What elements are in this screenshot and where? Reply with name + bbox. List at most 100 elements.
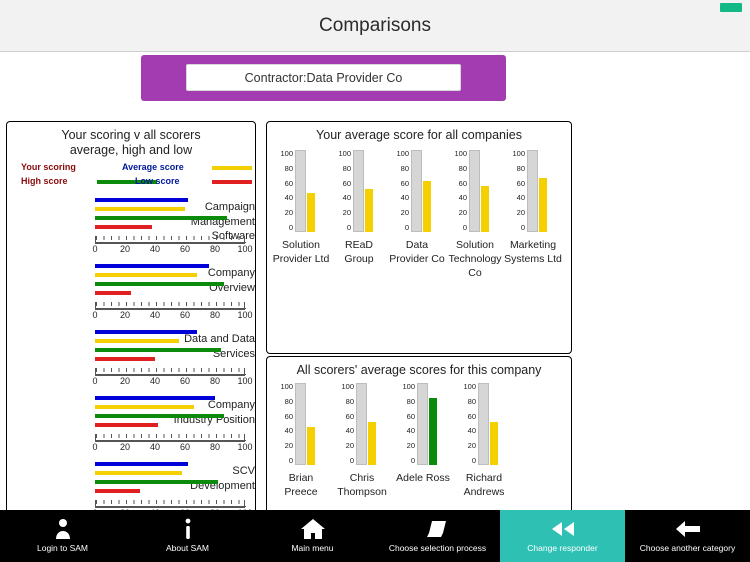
chart-bar-holder	[393, 150, 441, 232]
toolbar-item-change-responder[interactable]: Change responder	[500, 510, 625, 562]
axis-tick: 0	[92, 442, 98, 452]
axis-tick: 60	[179, 310, 190, 320]
toolbar-item-choose-selection-process[interactable]: Choose selection process	[375, 510, 500, 562]
axis-tick: 20	[119, 244, 130, 254]
bar-average	[95, 405, 194, 409]
axis-tick: 0	[92, 310, 98, 320]
bar-your	[95, 198, 188, 202]
chart-category-label: Solution Provider Ltd	[272, 239, 330, 265]
bar-low	[95, 423, 158, 427]
right-bottom-title: All scorers' average scores for this com…	[296, 363, 542, 377]
scoring-row-axis: 0 20 40 60 80 100	[92, 368, 253, 388]
bar-low	[95, 357, 155, 361]
legend-label-your-scoring: Your scoring	[21, 162, 76, 172]
contractor-field[interactable]: Contractor:Data Provider Co	[186, 64, 461, 91]
chart-bar	[481, 186, 489, 232]
chart-bar-holder	[338, 383, 386, 465]
axis-tick: 20	[119, 310, 130, 320]
toolbar-item-label: Choose another category	[639, 543, 736, 553]
axis-tick: 40	[149, 376, 160, 386]
chart-category-label: Richard Andrews	[463, 472, 505, 498]
bar-average	[95, 471, 182, 475]
axis-ruler	[95, 434, 246, 442]
axis-tick: 40	[149, 310, 160, 320]
battery-icon	[720, 3, 742, 12]
chart-bar-holder	[277, 383, 325, 465]
toolbar-item-label: Change responder	[527, 543, 598, 553]
legend-swatch-average	[212, 166, 252, 170]
your-average-panel: Your average score for all companies 100…	[266, 121, 572, 354]
left-panel-title-line2: average, high and low	[69, 143, 193, 157]
info-icon	[125, 516, 250, 542]
axis-ruler	[95, 302, 246, 310]
axis-tick: 40	[149, 244, 160, 254]
axis-tick: 0	[92, 244, 98, 254]
bar-average	[95, 339, 179, 343]
rewind-icon	[500, 516, 625, 542]
axis-tick: 20	[119, 442, 130, 452]
your-scoring-panel: Your scoring v all scorers average, high…	[6, 121, 256, 515]
all-scorers-panel: All scorers' average scores for this com…	[266, 356, 572, 515]
back-arrow-icon	[625, 516, 750, 542]
chart-bar	[539, 177, 547, 232]
chart-bar	[490, 422, 498, 465]
axis-tick: 60	[179, 376, 190, 386]
bar-low	[95, 291, 131, 295]
bar-average	[95, 207, 185, 211]
toolbar-item-login-to-sam[interactable]: Login to SAM	[0, 510, 125, 562]
scoring-row-bars	[95, 330, 245, 366]
axis-tick: 80	[209, 310, 220, 320]
chart-bar	[307, 427, 315, 465]
chart-bar-holder	[277, 150, 325, 232]
bar-your	[95, 396, 215, 400]
axis-tick: 60	[179, 442, 190, 452]
chart-bar	[365, 189, 373, 232]
scoring-row-bars	[95, 396, 245, 432]
chart-bar-holder	[335, 150, 383, 232]
scoring-row-bars	[95, 264, 245, 300]
chart-category-label: Chris Thompson	[337, 472, 387, 498]
header-bar: Comparisons	[0, 0, 750, 52]
bar-your	[95, 264, 209, 268]
toolbar-item-main-menu[interactable]: Main menu	[250, 510, 375, 562]
axis-tick: 20	[119, 376, 130, 386]
chart-bar-holder	[509, 150, 557, 232]
chart-bar	[368, 422, 376, 465]
toolbar-item-about-sam[interactable]: About SAM	[125, 510, 250, 562]
bar-your	[95, 462, 188, 466]
legend: Your scoring Average score High score Lo…	[7, 162, 255, 194]
axis-tick: 80	[209, 376, 220, 386]
scoring-row-axis: 0 20 40 60 80 100	[92, 302, 253, 322]
scoring-row-bars	[95, 198, 245, 234]
toolbar-item-choose-another-category[interactable]: Choose another category	[625, 510, 750, 562]
bar-high	[95, 348, 221, 352]
page-title: Comparisons	[319, 15, 431, 36]
chart-category-label: REaD Group	[344, 239, 374, 265]
bar-high	[95, 282, 224, 286]
legend-label-average: Average score	[122, 162, 184, 172]
bar-high	[95, 216, 227, 220]
bar-high	[95, 480, 218, 484]
chart-category-label: Solution Technology Co	[448, 239, 502, 279]
person-icon	[0, 516, 125, 542]
chart-bar-holder	[460, 383, 508, 465]
scoring-row-axis: 0 20 40 60 80 100	[92, 434, 253, 454]
axis-tick-labels: 0 20 40 60 80 100	[86, 442, 254, 454]
chart-category-label: Brian Preece	[284, 472, 318, 498]
bar-low	[95, 489, 140, 493]
legend-swatch-low	[212, 180, 252, 184]
chart-bar	[423, 181, 431, 232]
axis-tick: 40	[149, 442, 160, 452]
axis-tick-labels: 0 20 40 60 80 100	[86, 310, 254, 322]
chart-bar	[429, 397, 437, 465]
axis-tick: 100	[237, 244, 253, 254]
bar-high	[95, 414, 224, 418]
home-icon	[250, 516, 375, 542]
axis-tick: 100	[237, 442, 253, 452]
bar-average	[95, 273, 197, 277]
chart-category-label: Marketing Systems Ltd	[504, 239, 562, 265]
axis-ruler	[95, 368, 246, 376]
axis-tick-labels: 0 20 40 60 80 100	[86, 244, 254, 256]
chart-bar-holder	[399, 383, 447, 465]
toolbar-item-label: Login to SAM	[36, 543, 89, 553]
